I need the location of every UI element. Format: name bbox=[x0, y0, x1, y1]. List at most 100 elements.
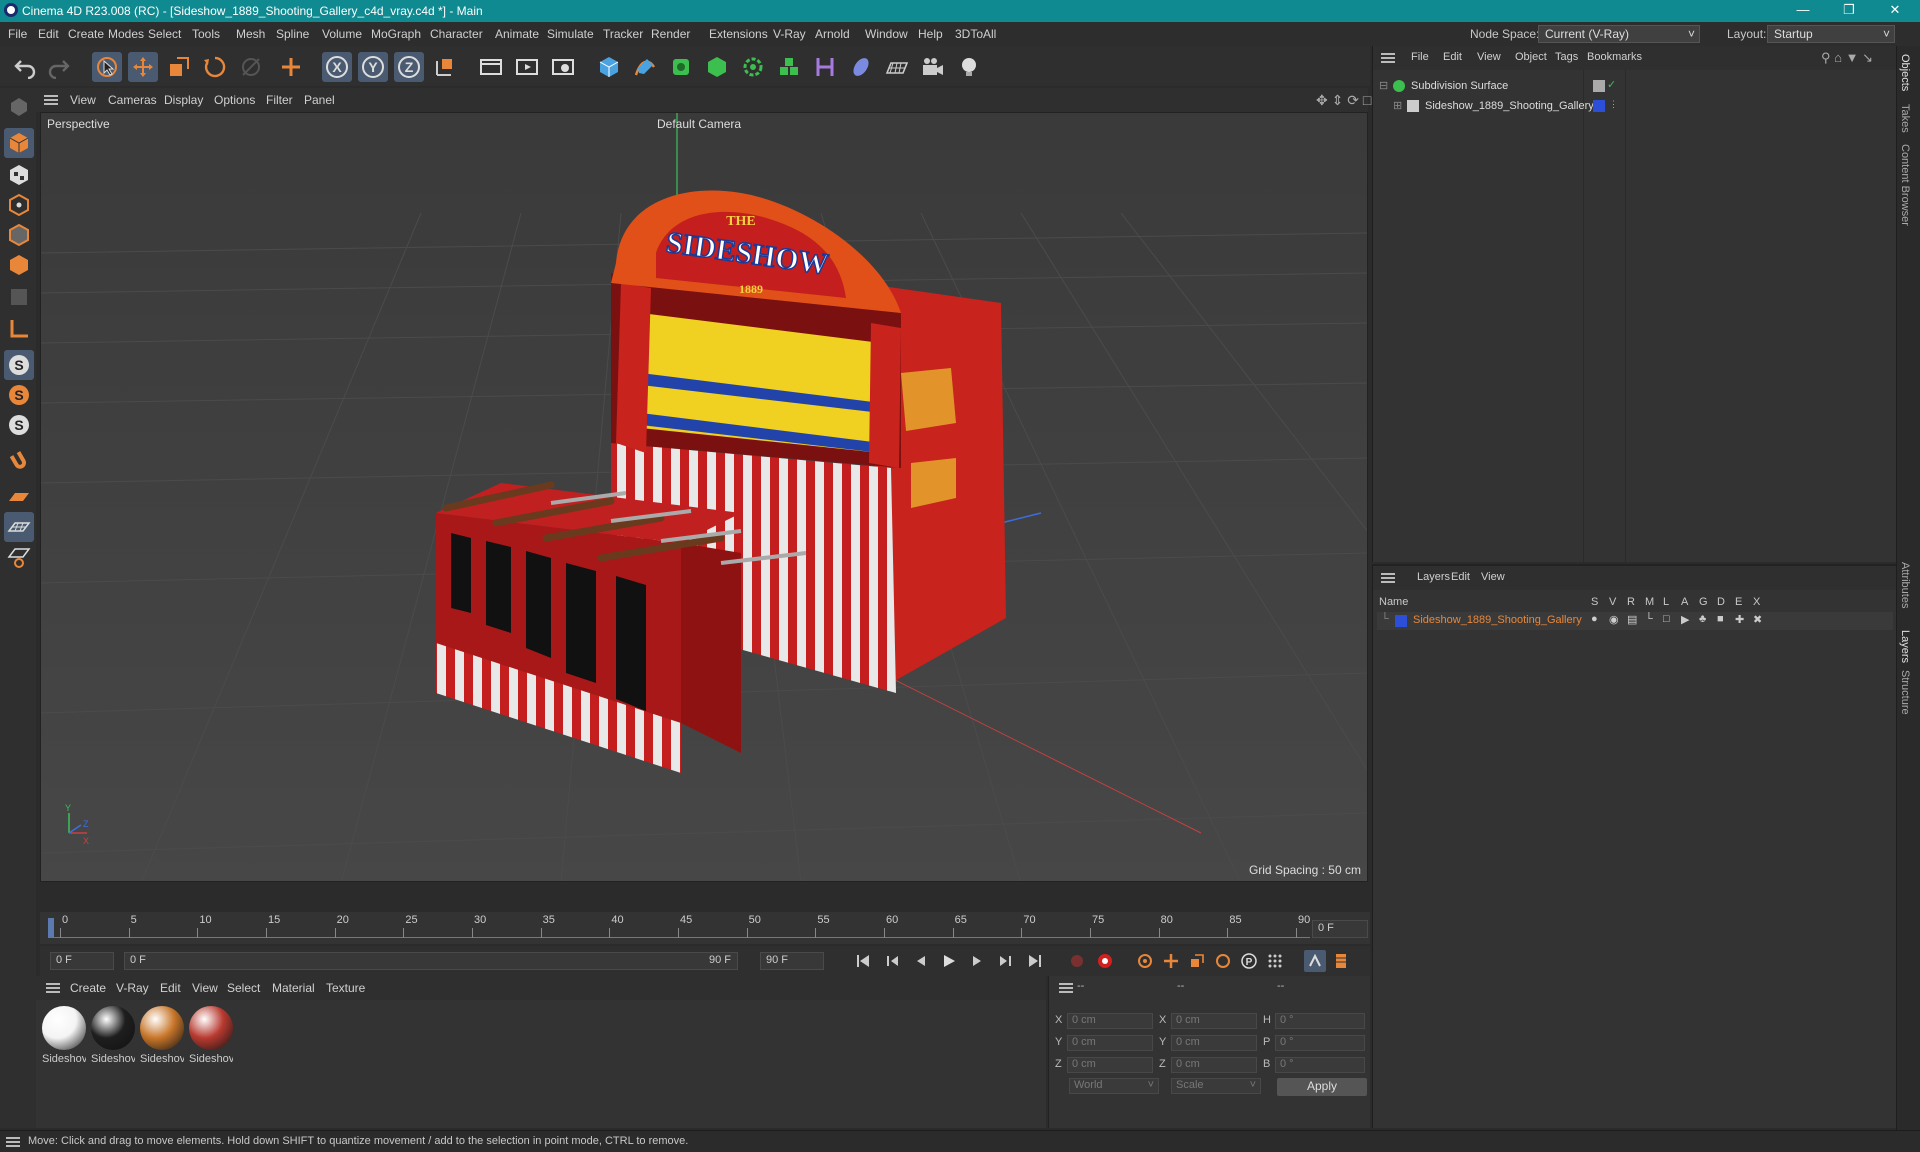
redo-icon[interactable] bbox=[44, 52, 74, 82]
cube-object-icon[interactable] bbox=[594, 52, 624, 82]
next-frame-icon[interactable] bbox=[966, 950, 988, 972]
rotation-key-icon[interactable] bbox=[1212, 950, 1234, 972]
layer-toggle-icon[interactable]: ■ bbox=[1717, 613, 1724, 625]
visibility-dots-icon[interactable]: ⋮ bbox=[1609, 99, 1618, 110]
playhead[interactable] bbox=[48, 918, 54, 938]
material-hamburger-icon[interactable] bbox=[46, 983, 60, 993]
viewport-menu-options[interactable]: Options bbox=[214, 93, 255, 107]
object-row-subdivision[interactable]: ⊟ Subdivision Surface ✓ bbox=[1377, 78, 1897, 96]
layer-toggle-icon[interactable]: ▤ bbox=[1627, 613, 1637, 626]
z-axis-lock-icon[interactable]: Z bbox=[394, 52, 424, 82]
timeline-track[interactable]: 0 5 10 15 20 25 30 35 40 45 50 55 60 65 70 75 80 85 90 bbox=[50, 914, 1310, 938]
viewport-menu-filter[interactable]: Filter bbox=[266, 93, 293, 107]
material-menu-v-ray[interactable]: V-Ray bbox=[116, 981, 149, 995]
layout-select[interactable]: Startup ˅ bbox=[1767, 25, 1895, 43]
menu-modes[interactable]: Modes bbox=[108, 27, 144, 41]
layer-toggle-icon[interactable]: ● bbox=[1591, 613, 1598, 625]
restore-icon[interactable]: ❐ bbox=[1826, 0, 1872, 22]
right-tab-layers[interactable]: Layers bbox=[1899, 630, 1911, 663]
material-thumbnail[interactable]: Sideshov bbox=[91, 1006, 137, 1066]
viewport-menu-panel[interactable]: Panel bbox=[304, 93, 335, 107]
render-view-icon[interactable] bbox=[476, 52, 506, 82]
mograph-cloner-icon[interactable] bbox=[774, 52, 804, 82]
current-frame-field[interactable]: 0 F bbox=[1312, 920, 1368, 938]
next-key-icon[interactable] bbox=[994, 950, 1016, 972]
layer-column-flag[interactable]: X bbox=[1753, 596, 1760, 608]
position-key-icon[interactable] bbox=[1160, 950, 1182, 972]
end-frame-field[interactable]: 90 F bbox=[760, 952, 824, 970]
position-field[interactable]: 0 cm bbox=[1067, 1057, 1153, 1073]
layer-toggle-icon[interactable]: ◉ bbox=[1609, 613, 1619, 626]
layer-name[interactable]: Sideshow_1889_Shooting_Gallery bbox=[1413, 614, 1582, 626]
material-menu-view[interactable]: View bbox=[192, 981, 218, 995]
menu-help[interactable]: Help bbox=[918, 27, 943, 41]
enabled-check-icon[interactable]: ✓ bbox=[1607, 78, 1616, 91]
timeline-ruler[interactable]: 0 5 10 15 20 25 30 35 40 45 50 55 60 65 70 75 80 85 90 0 F bbox=[40, 912, 1370, 944]
texture-mode-icon[interactable] bbox=[4, 160, 34, 190]
point-level-animation-icon[interactable] bbox=[1264, 950, 1286, 972]
layer-menu-edit[interactable]: Edit bbox=[1451, 571, 1470, 583]
keyframe-selection-icon[interactable] bbox=[1134, 950, 1156, 972]
timeline-window-icon[interactable] bbox=[1330, 950, 1352, 972]
move-tool-icon[interactable] bbox=[128, 52, 158, 82]
rotation-field[interactable]: 0 ° bbox=[1275, 1057, 1365, 1073]
layer-color-swatch[interactable] bbox=[1395, 615, 1407, 627]
position-field[interactable]: 0 cm bbox=[1067, 1013, 1153, 1029]
material-menu-select[interactable]: Select bbox=[227, 981, 260, 995]
tree-expand-icon[interactable]: ⊟ bbox=[1379, 79, 1388, 92]
snap-icon[interactable]: S bbox=[4, 350, 34, 380]
menu-mograph[interactable]: MoGraph bbox=[371, 27, 421, 41]
minimize-icon[interactable]: — bbox=[1780, 0, 1826, 22]
right-tab-structure[interactable]: Structure bbox=[1899, 670, 1911, 715]
material-menu-create[interactable]: Create bbox=[70, 981, 106, 995]
layer-column-flag[interactable]: E bbox=[1735, 596, 1742, 608]
go-to-end-icon[interactable] bbox=[1024, 950, 1046, 972]
axis-mode-icon[interactable] bbox=[4, 314, 34, 344]
light-object-icon[interactable] bbox=[954, 52, 984, 82]
object-menu-file[interactable]: File bbox=[1411, 51, 1429, 63]
right-tab-objects[interactable]: Objects bbox=[1899, 54, 1911, 91]
layer-column-flag[interactable]: D bbox=[1717, 596, 1725, 608]
material-thumbnail[interactable]: Sideshov bbox=[140, 1006, 186, 1066]
polygon-mode-icon[interactable] bbox=[4, 250, 34, 280]
point-mode-icon[interactable] bbox=[4, 190, 34, 220]
material-thumbnail[interactable]: Sideshov bbox=[42, 1006, 88, 1066]
floor-object-icon[interactable] bbox=[882, 52, 912, 82]
material-thumbnail[interactable]: Sideshov bbox=[189, 1006, 235, 1066]
viewport-nav-icons[interactable]: ✥ ⇕ ⟳ □ bbox=[1316, 92, 1371, 109]
position-field[interactable]: 0 cm bbox=[1067, 1035, 1153, 1051]
menu-edit[interactable]: Edit bbox=[38, 27, 59, 41]
menu-create[interactable]: Create bbox=[68, 27, 104, 41]
layer-column-flag[interactable]: S bbox=[1591, 596, 1598, 608]
3d-viewport[interactable]: THE SIDESHOW 1889 Y X Z Perspective Defa… bbox=[40, 112, 1368, 882]
menu-render[interactable]: Render bbox=[651, 27, 690, 41]
previous-frame-icon[interactable] bbox=[910, 950, 932, 972]
rotation-field[interactable]: 0 ° bbox=[1275, 1013, 1365, 1029]
render-settings-icon[interactable] bbox=[548, 52, 578, 82]
viewport-menu-cameras[interactable]: Cameras bbox=[108, 93, 157, 107]
menu-v-ray[interactable]: V-Ray bbox=[773, 27, 806, 41]
menu-3dtoall[interactable]: 3DToAll bbox=[955, 27, 996, 41]
size-field[interactable]: 0 cm bbox=[1171, 1057, 1257, 1073]
layer-menu-layers[interactable]: Layers bbox=[1417, 571, 1450, 583]
material-menu-texture[interactable]: Texture bbox=[326, 981, 365, 995]
viewport-name[interactable]: Perspective bbox=[47, 117, 110, 131]
live-selection-icon[interactable] bbox=[92, 52, 122, 82]
tweak-mode-icon[interactable] bbox=[4, 446, 34, 476]
menu-tracker[interactable]: Tracker bbox=[603, 27, 643, 41]
motion-timing-icon[interactable] bbox=[1304, 950, 1326, 972]
close-icon[interactable]: ✕ bbox=[1872, 0, 1918, 22]
parameter-key-icon[interactable]: P bbox=[1238, 950, 1260, 972]
layer-toggle-icon[interactable]: ▶ bbox=[1681, 613, 1689, 626]
status-hamburger-icon[interactable] bbox=[6, 1137, 20, 1147]
snap-settings-icon[interactable]: S bbox=[4, 380, 34, 410]
autokey-icon[interactable] bbox=[1094, 950, 1116, 972]
object-search-icons[interactable]: ⚲ ⌂ ▼ ↘ bbox=[1821, 50, 1873, 66]
object-row-gallery[interactable]: ⊞ Sideshow_1889_Shooting_Gallery ⋮ bbox=[1377, 98, 1897, 116]
deformer-icon[interactable] bbox=[810, 52, 840, 82]
material-menu-material[interactable]: Material bbox=[272, 981, 315, 995]
size-field[interactable]: 0 cm bbox=[1171, 1035, 1257, 1051]
menu-volume[interactable]: Volume bbox=[322, 27, 362, 41]
menu-spline[interactable]: Spline bbox=[276, 27, 309, 41]
object-menu-edit[interactable]: Edit bbox=[1443, 51, 1462, 63]
